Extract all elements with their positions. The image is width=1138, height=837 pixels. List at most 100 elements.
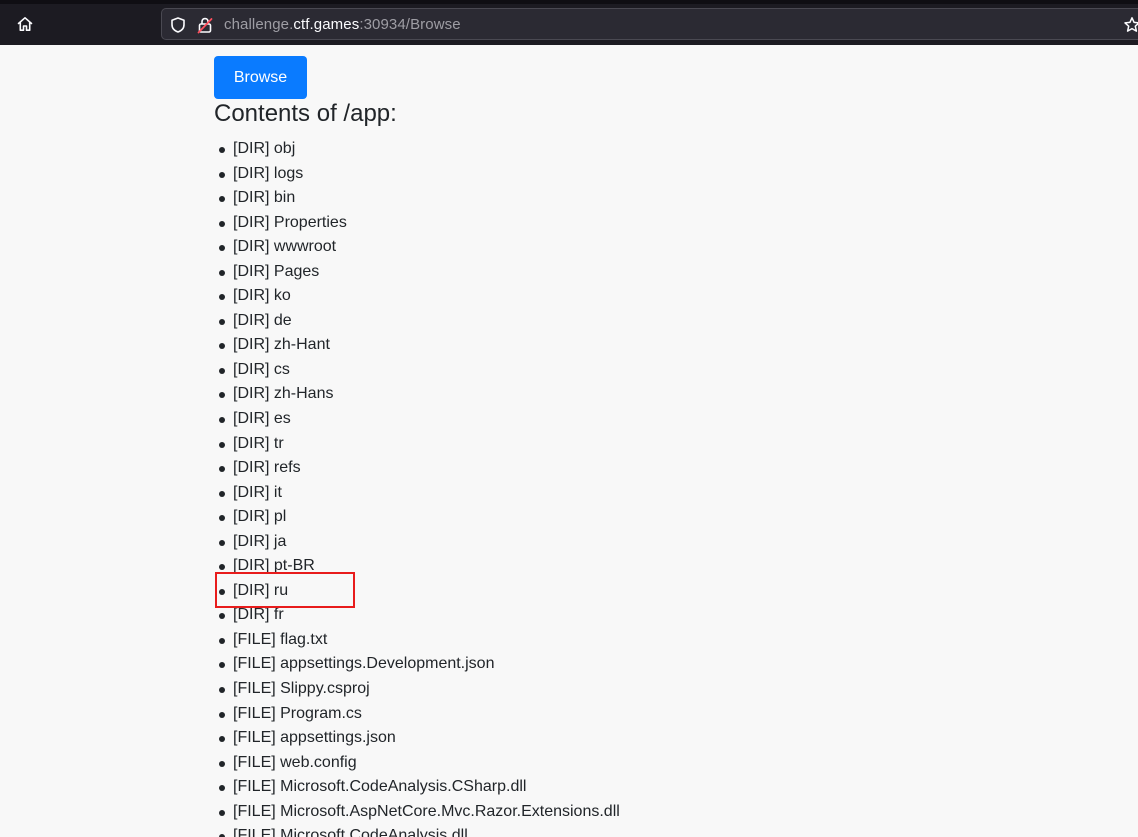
list-item: [DIR] Properties [219,211,620,236]
url-host: ctf.games [293,16,360,33]
home-icon[interactable] [10,10,40,38]
directory-listing: [DIR] obj [DIR] logs [DIR] bin [DIR] Proper… [219,137,620,837]
list-item: [FILE] appsettings.Development.json [219,652,620,677]
title-prefix: Contents of [214,100,344,127]
list-item-label: [DIR] de [233,311,292,329]
bullet-icon [219,662,225,669]
list-item-label: [DIR] es [233,410,291,428]
list-item-label: [DIR] ru [233,581,289,599]
bullet-icon [219,318,225,325]
list-item-label: [DIR] ja [233,532,287,550]
bullet-icon [219,441,225,448]
page-title: Contents of /app: [214,100,397,128]
list-item-label: [DIR] ko [233,287,291,305]
list-item-label: [DIR] zh-Hant [233,336,330,354]
list-item: [FILE] appsettings.json [219,726,620,751]
list-item: [FILE] Microsoft.AspNetCore.Mvc.Razor.Ex… [219,800,620,825]
list-item-label: [FILE] Microsoft.AspNetCore.Mvc.Razor.Ex… [233,802,620,820]
title-path: /app: [343,100,397,127]
list-item: [DIR] fr [219,603,620,628]
list-item: [DIR] de [219,309,620,334]
list-item: [DIR] it [219,481,620,506]
list-item: [DIR] cs [219,358,620,383]
bullet-icon [219,588,225,595]
list-item-label: [FILE] web.config [233,753,357,771]
list-item-label: [DIR] refs [233,459,301,477]
lock-insecure-icon[interactable] [195,15,215,35]
list-item-label: [DIR] obj [233,140,296,157]
list-item: [DIR] ko [219,284,620,309]
list-item-label: [FILE] appsettings.json [233,729,396,747]
list-item: [DIR] refs [219,456,620,481]
bullet-icon [219,294,225,301]
bullet-icon [219,785,225,792]
shield-icon[interactable] [168,15,188,35]
bullet-icon [219,343,225,350]
url-text[interactable]: challenge.ctf.games:30934/Browse [224,16,461,33]
star-icon[interactable] [1122,15,1138,35]
list-item: [DIR] ja [219,530,620,555]
list-item: [DIR] es [219,407,620,432]
bullet-icon [219,490,225,497]
bullet-icon [219,417,225,424]
address-bar[interactable]: challenge.ctf.games:30934/Browse [161,8,1138,40]
list-item: [DIR] Pages [219,260,620,285]
list-item-label: [FILE] flag.txt [233,630,328,648]
list-item-label: [DIR] pt-BR [233,557,315,575]
bullet-icon [219,711,225,718]
list-item-label: [DIR] bin [233,189,296,207]
list-item: [DIR] zh-Hans [219,382,620,407]
bullet-icon [219,613,225,620]
tab-strip-edge [0,0,1138,4]
list-item: [DIR] logs [219,162,620,187]
bullet-icon [219,220,225,227]
list-item: [DIR] pt-BR [219,554,620,579]
list-item-label: [DIR] tr [233,434,284,452]
list-item: [DIR] ru [219,579,620,604]
bullet-icon [219,687,225,694]
list-item-label: [DIR] pl [233,508,287,526]
bullet-icon [219,147,225,153]
url-path: :30934/Browse [359,16,461,33]
browser-toolbar: challenge.ctf.games:30934/Browse [0,0,1138,45]
page-content: Browse Contents of /app: [DIR] obj [DIR] … [0,45,1138,837]
bullet-icon [219,637,225,644]
list-item-label: [DIR] zh-Hans [233,385,334,403]
list-item: [DIR] bin [219,186,620,211]
list-item: [FILE] web.config [219,751,620,776]
bullet-icon [219,760,225,767]
list-item: [DIR] zh-Hant [219,333,620,358]
bullet-icon [219,245,225,252]
list-item-label: [DIR] cs [233,360,290,378]
list-item-label: [DIR] fr [233,606,284,624]
list-item-label: [DIR] logs [233,164,304,182]
list-item: [DIR] wwwroot [219,235,620,260]
list-item: [FILE] Microsoft.CodeAnalysis.dll [219,824,620,837]
bullet-icon [219,392,225,399]
list-item-label: [FILE] Program.cs [233,704,362,722]
list-item-label: [DIR] Pages [233,262,320,280]
bullet-icon [219,367,225,374]
list-item: [FILE] Microsoft.CodeAnalysis.CSharp.dll [219,775,620,800]
list-item-label: [DIR] it [233,483,282,501]
list-item: [DIR] tr [219,432,620,457]
list-item-label: [FILE] Slippy.csproj [233,680,370,698]
bullet-icon [219,269,225,276]
list-item: [DIR] obj [219,137,620,162]
list-item: [FILE] Program.cs [219,702,620,727]
bullet-icon [219,196,225,203]
bullet-icon [219,809,225,816]
list-item-label: [FILE] Microsoft.CodeAnalysis.dll [233,827,468,837]
bullet-icon [219,171,225,178]
bullet-icon [219,564,225,571]
browse-button[interactable]: Browse [214,56,307,99]
list-item: [DIR] pl [219,505,620,530]
bullet-icon [219,539,225,546]
list-item-label: [FILE] appsettings.Development.json [233,655,495,673]
list-item-label: [DIR] wwwroot [233,238,337,256]
list-item: [FILE] flag.txt [219,628,620,653]
list-item-label: [FILE] Microsoft.CodeAnalysis.CSharp.dll [233,778,527,796]
url-host-prefix: challenge. [224,16,294,33]
bullet-icon [219,466,225,473]
bullet-icon [219,515,225,522]
